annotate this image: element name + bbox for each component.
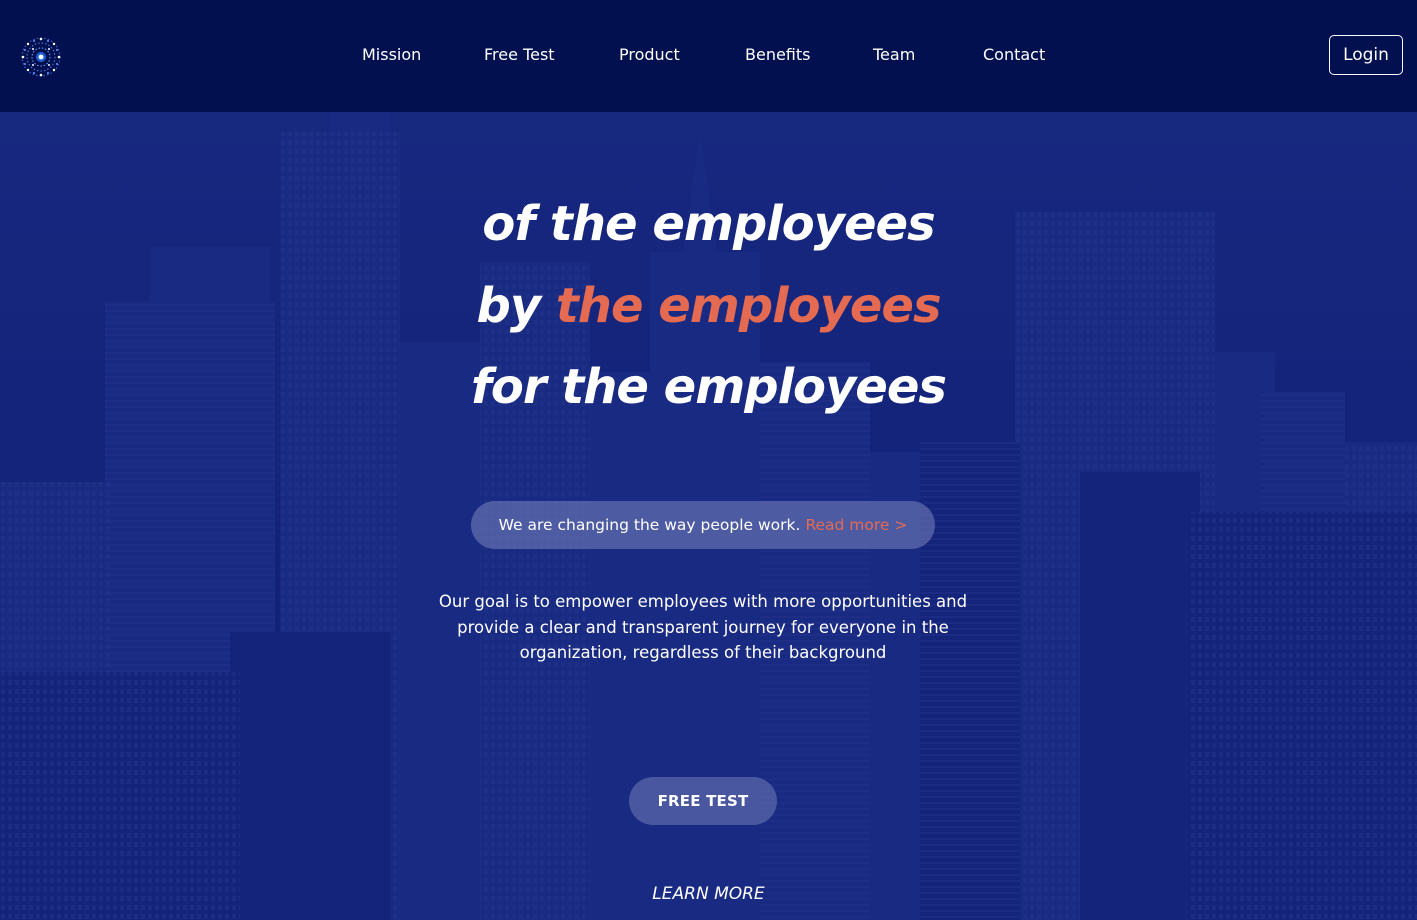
free-test-button[interactable]: FREE TEST <box>629 777 777 825</box>
learn-more-link[interactable]: LEARN MORE <box>0 884 1417 904</box>
headline-line-2: by the employees <box>0 276 1417 336</box>
headline-line-1: of the employees <box>482 196 935 252</box>
nav-item-contact[interactable]: Contact <box>983 44 1045 66</box>
nav-item-free-test[interactable]: Free Test <box>484 44 555 66</box>
headline-line-3: for the employees <box>471 359 947 415</box>
nav-item-team[interactable]: Team <box>873 44 915 66</box>
nav-item-benefits[interactable]: Benefits <box>745 44 811 66</box>
announcement-pill: We are changing the way people work. Rea… <box>471 501 935 549</box>
nav-item-mission[interactable]: Mission <box>362 44 421 66</box>
globe-network-logo[interactable] <box>19 35 63 79</box>
read-more-link[interactable]: Read more > <box>805 516 907 534</box>
headline-line-2-accent: the employees <box>555 278 942 334</box>
announcement-text: We are changing the way people work. <box>498 516 801 534</box>
login-button[interactable]: Login <box>1329 35 1403 75</box>
top-navigation-bar: Mission Free Test Product Benefits Team … <box>0 0 1417 112</box>
hero-section: of the employees by the employees for th… <box>0 112 1417 920</box>
nav-item-product[interactable]: Product <box>619 44 680 66</box>
headline-line-2-prefix: by <box>476 278 541 334</box>
hero-description: Our goal is to empower employees with mo… <box>438 592 968 662</box>
